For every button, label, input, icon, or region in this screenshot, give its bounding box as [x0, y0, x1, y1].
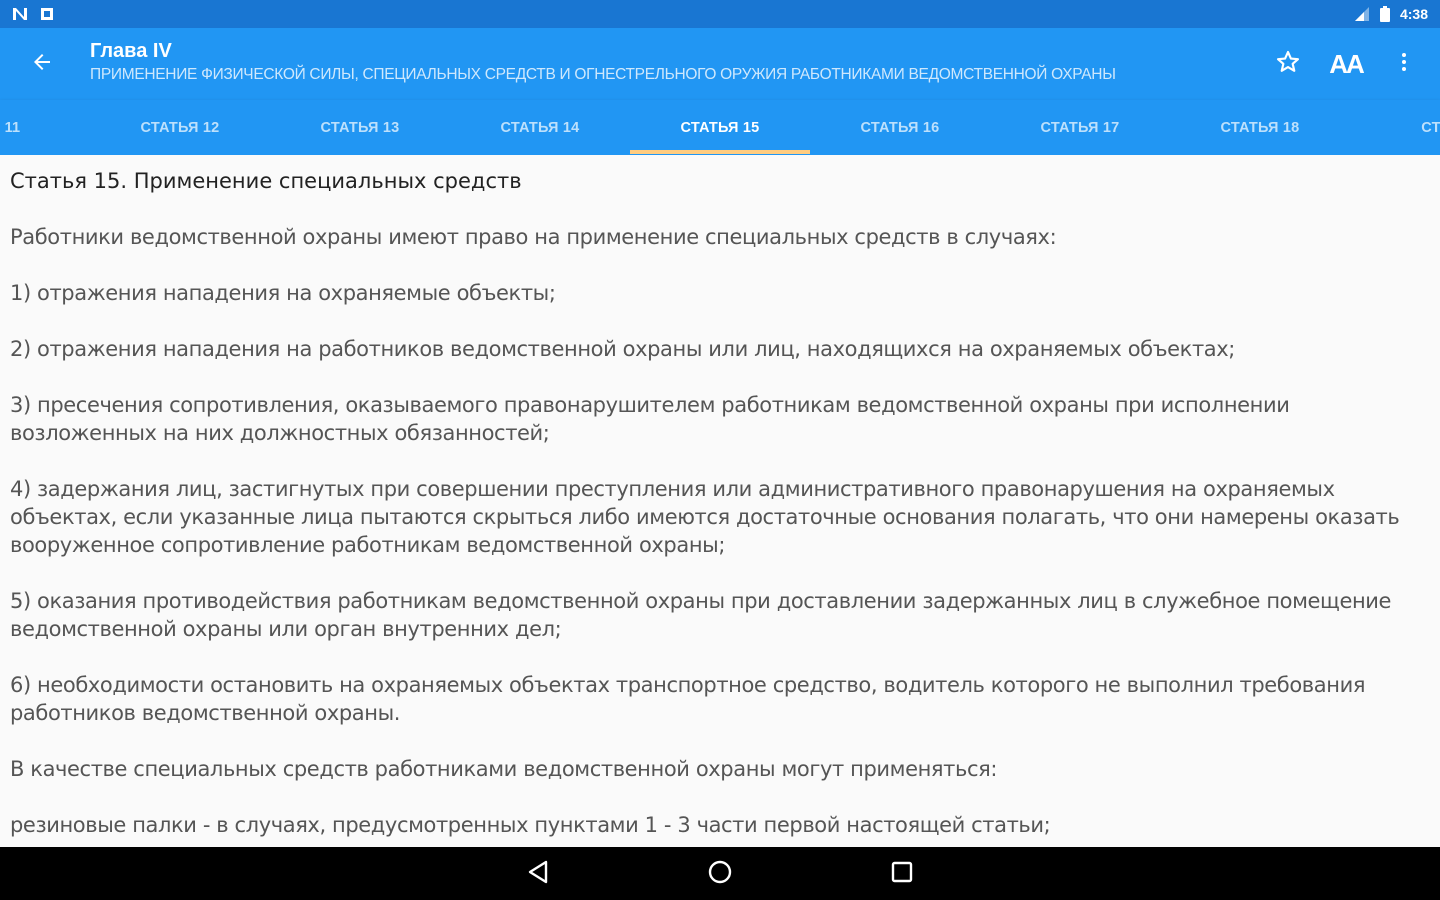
article-paragraph: Работники ведомственной охраны имеют пра… — [10, 225, 1057, 249]
tab-article-16[interactable]: СТАТЬЯ 16 — [810, 100, 990, 155]
app-bar: Глава IV ПРИМЕНЕНИЕ ФИЗИЧЕСКОЙ СИЛЫ, СПЕ… — [0, 28, 1440, 100]
tab-article-14[interactable]: СТАТЬЯ 14 — [450, 100, 630, 155]
app-bar-actions: AA — [1266, 42, 1426, 86]
article-paragraph: 3) пресечения сопротивления, оказываемог… — [10, 393, 1290, 445]
back-triangle-icon — [527, 860, 549, 888]
star-outline-icon — [1275, 49, 1301, 79]
tab-article-15[interactable]: СТАТЬЯ 15 — [630, 100, 810, 155]
back-button[interactable] — [22, 46, 62, 82]
square-notification-icon — [40, 7, 54, 21]
n-notification-icon — [12, 7, 30, 21]
nav-home-button[interactable] — [694, 852, 746, 896]
chapter-subtitle: ПРИМЕНЕНИЕ ФИЗИЧЕСКОЙ СИЛЫ, СПЕЦИАЛЬНЫХ … — [90, 66, 1116, 83]
nav-back-button[interactable] — [512, 852, 564, 896]
article-paragraph: В качестве специальных средств работника… — [10, 757, 998, 781]
tab-article-12[interactable]: СТАТЬЯ 12 — [90, 100, 270, 155]
active-tab-indicator — [630, 150, 810, 154]
tab-article-13[interactable]: СТАТЬЯ 13 — [270, 100, 450, 155]
battery-icon — [1379, 6, 1390, 22]
article-paragraph: 5) оказания противодействия работникам в… — [10, 589, 1392, 641]
chapter-title: Глава IV — [90, 40, 172, 62]
tab-article-11[interactable]: ЬЯ 11 — [0, 100, 90, 155]
article-paragraph: 4) задержания лиц, застигнутых при совер… — [10, 477, 1400, 557]
article-paragraph: 1) отражения нападения на охраняемые объ… — [10, 281, 556, 305]
tab-article-19[interactable]: СТАТ — [1350, 100, 1440, 155]
article-paragraph: 6) необходимости остановить на охраняемы… — [10, 673, 1366, 725]
article-tabs: ЬЯ 11 СТАТЬЯ 12 СТАТЬЯ 13 СТАТЬЯ 14 СТАТ… — [0, 100, 1440, 155]
system-nav-bar — [0, 847, 1440, 900]
article-paragraph: резиновые палки - в случаях, предусмотре… — [10, 813, 1051, 837]
article-content[interactable]: Статья 15. Применение специальных средст… — [0, 155, 1440, 847]
signal-icon — [1354, 6, 1370, 22]
bookmark-button[interactable] — [1266, 42, 1310, 86]
more-vert-icon — [1392, 50, 1416, 78]
status-bar: 4:38 — [0, 0, 1440, 28]
text-size-icon: AA — [1329, 49, 1365, 79]
recents-square-icon — [890, 860, 914, 888]
title-block: Глава IV ПРИМЕНЕНИЕ ФИЗИЧЕСКОЙ СИЛЫ, СПЕ… — [90, 38, 1260, 86]
more-options-button[interactable] — [1382, 42, 1426, 86]
tab-article-18[interactable]: СТАТЬЯ 18 — [1170, 100, 1350, 155]
text-size-button[interactable]: AA — [1324, 42, 1368, 86]
tab-article-17[interactable]: СТАТЬЯ 17 — [990, 100, 1170, 155]
home-circle-icon — [707, 859, 733, 889]
article-paragraph: 2) отражения нападения на работников вед… — [10, 337, 1235, 361]
status-time: 4:38 — [1399, 6, 1428, 22]
article-title: Статья 15. Применение специальных средст… — [10, 169, 522, 193]
nav-recents-button[interactable] — [876, 852, 928, 896]
back-arrow-icon — [30, 50, 54, 78]
